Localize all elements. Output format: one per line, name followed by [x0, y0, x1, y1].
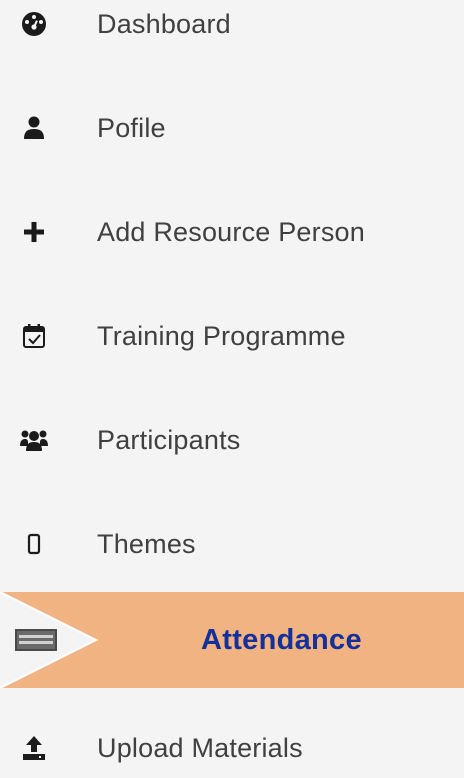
credit-card-icon — [14, 626, 58, 654]
plus-icon — [20, 218, 48, 246]
sidebar-menu: Dashboard Pofile Add Resource Person Tra… — [0, 0, 464, 773]
users-icon — [20, 426, 48, 454]
sidebar-item-upload-materials[interactable]: Upload Materials — [0, 718, 464, 778]
sidebar-item-add-resource-person[interactable]: Add Resource Person — [0, 202, 464, 262]
sidebar-item-label: Upload Materials — [97, 732, 303, 763]
tachometer-icon — [20, 10, 48, 38]
sidebar-item-participants[interactable]: Participants — [0, 410, 464, 470]
upload-icon — [20, 734, 48, 762]
sidebar-item-dashboard[interactable]: Dashboard — [0, 0, 464, 54]
sidebar-item-profile[interactable]: Pofile — [0, 98, 464, 158]
calendar-check-icon — [20, 322, 48, 350]
sidebar-item-label: Participants — [97, 424, 241, 455]
sidebar-item-label: Themes — [97, 528, 196, 559]
user-icon — [20, 114, 48, 142]
sidebar-item-training-programme[interactable]: Training Programme — [0, 306, 464, 366]
sidebar-item-attendance[interactable]: Attendance — [0, 592, 464, 688]
sidebar-item-label: Training Programme — [97, 320, 346, 351]
sidebar-item-label: Attendance — [201, 623, 362, 656]
sidebar-item-label: Dashboard — [97, 8, 231, 39]
mobile-icon — [20, 530, 48, 558]
sidebar-item-label: Add Resource Person — [97, 216, 365, 247]
sidebar-item-label: Pofile — [97, 112, 166, 143]
sidebar-item-themes[interactable]: Themes — [0, 514, 464, 574]
